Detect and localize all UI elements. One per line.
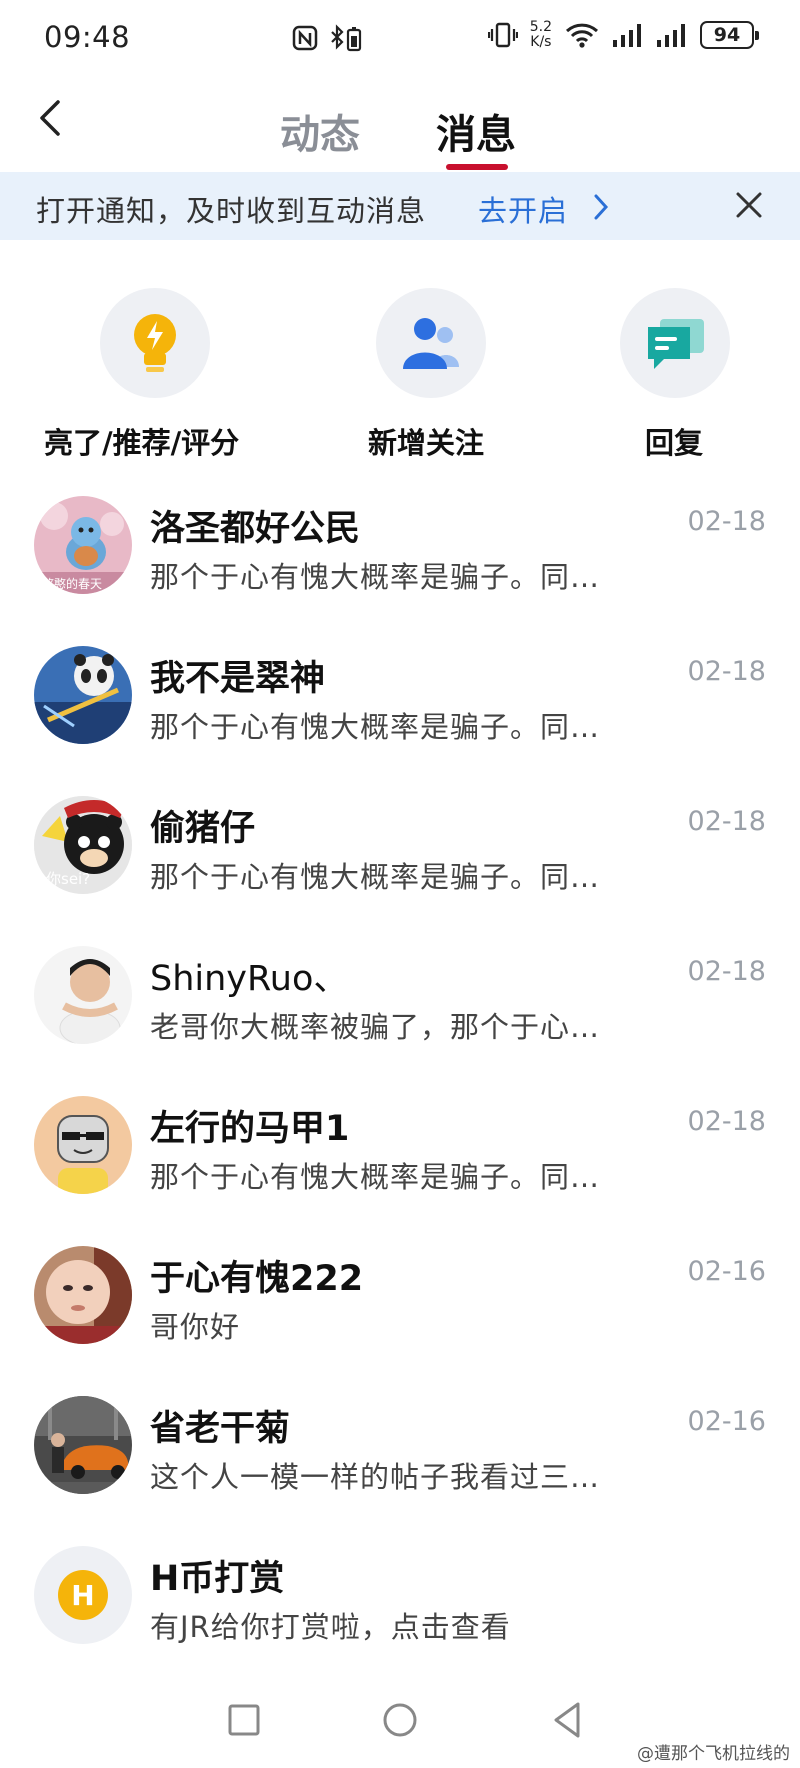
back-arrow-icon[interactable] (30, 96, 74, 140)
svg-text:你sei?: 你sei? (46, 870, 90, 888)
tab-dongtai[interactable]: 动态 (280, 102, 360, 160)
message-sender: 省老干菊 (150, 1409, 291, 1449)
status-mid-icons (292, 24, 364, 52)
avatar (34, 646, 132, 744)
message-date: 02-18 (687, 806, 766, 837)
status-right-icons: 5.2 K/s 94 (487, 19, 759, 50)
chevron-right-icon (594, 194, 609, 220)
notification-banner: 打开通知，及时收到互动消息 去开启 (0, 172, 800, 240)
message-preview: 哥你好 (150, 1310, 241, 1344)
reply-bubble-icon (648, 319, 704, 369)
message-preview: 有JR给你打赏啦，点击查看 (150, 1610, 511, 1644)
avatar: 憨憨的春天 (34, 496, 132, 594)
watermark: @遭那个飞机拉线的 (637, 1744, 790, 1764)
status-time: 09:48 (44, 20, 131, 54)
shortcut-new-followers-label: 新增关注 (368, 426, 485, 460)
avatar (34, 1246, 132, 1344)
message-sender: 我不是翠神 (150, 659, 326, 699)
message-sender: ShinyRuo、 (150, 959, 349, 999)
message-sender: 于心有愧222 (150, 1259, 364, 1299)
header: 动态 消息 (0, 80, 800, 172)
avatar (34, 1396, 132, 1494)
shortcut-replies-label: 回复 (645, 426, 704, 460)
recent-apps-icon[interactable] (214, 1690, 274, 1750)
message-date: 02-16 (687, 1256, 766, 1287)
message-preview: 那个于心有愧大概率是骗子。同… (150, 860, 601, 894)
message-sender: H币打赏 (150, 1559, 285, 1599)
message-item[interactable]: 左行的马甲1 那个于心有愧大概率是骗子。同… 02-18 (0, 1096, 800, 1246)
message-sender: 偷猪仔 (150, 809, 256, 849)
shortcut-liked-label: 亮了/推荐/评分 (44, 426, 240, 460)
message-item[interactable]: 我不是翠神 那个于心有愧大概率是骗子。同… 02-18 (0, 646, 800, 796)
message-item[interactable]: 省老干菊 这个人一模一样的帖子我看过三… 02-16 (0, 1396, 800, 1546)
message-item[interactable]: 憨憨的春天 洛圣都好公民 那个于心有愧大概率是骗子。同… 02-18 (0, 496, 800, 646)
bluetooth-battery-icon (331, 24, 362, 52)
message-sender: 洛圣都好公民 (150, 509, 361, 549)
status-bar: 09:48 5.2 K/s 94 (0, 0, 800, 80)
message-date: 02-18 (687, 656, 766, 687)
message-date: 02-18 (687, 1106, 766, 1137)
lightbulb-icon (134, 314, 176, 372)
avatar: 你sei? (34, 796, 132, 894)
banner-text: 打开通知，及时收到互动消息 (36, 194, 427, 228)
shortcut-replies[interactable] (620, 288, 730, 398)
message-preview: 这个人一模一样的帖子我看过三… (150, 1460, 601, 1494)
message-item[interactable]: 你sei? 偷猪仔 那个于心有愧大概率是骗子。同… 02-18 (0, 796, 800, 946)
wifi-icon (565, 23, 599, 48)
message-preview: 那个于心有愧大概率是骗子。同… (150, 560, 601, 594)
shortcut-liked[interactable] (100, 288, 210, 398)
home-icon[interactable] (370, 1690, 430, 1750)
message-item[interactable]: ShinyRuo、 老哥你大概率被骗了，那个于心… 02-18 (0, 946, 800, 1096)
shortcut-new-followers[interactable] (376, 288, 486, 398)
coin-h-icon: H (58, 1570, 108, 1620)
back-nav-icon[interactable] (538, 1690, 598, 1750)
svg-text:憨憨的春天: 憨憨的春天 (42, 576, 102, 591)
message-date: 02-18 (687, 506, 766, 537)
message-date: 02-18 (687, 956, 766, 987)
message-item[interactable]: 于心有愧222 哥你好 02-16 (0, 1246, 800, 1396)
vibrate-icon (487, 22, 518, 48)
message-preview: 老哥你大概率被骗了，那个于心… (150, 1010, 601, 1044)
close-banner-icon[interactable] (734, 190, 764, 220)
signal-icon-1 (613, 24, 641, 47)
message-date: 02-16 (687, 1406, 766, 1437)
new-follower-icon (403, 318, 459, 369)
avatar: H (34, 1546, 132, 1644)
signal-icon-2 (657, 24, 685, 47)
tab-xiaoxi[interactable]: 消息 (436, 102, 516, 160)
battery-indicator: 94 (700, 21, 759, 49)
avatar (34, 1096, 132, 1194)
enable-notifications-link[interactable]: 去开启 (478, 188, 568, 230)
active-tab-indicator (446, 164, 508, 170)
message-preview: 那个于心有愧大概率是骗子。同… (150, 1160, 601, 1194)
message-preview: 那个于心有愧大概率是骗子。同… (150, 710, 601, 744)
nfc-icon (292, 25, 318, 51)
avatar (34, 946, 132, 1044)
message-sender: 左行的马甲1 (150, 1109, 350, 1149)
network-speed: 5.2 K/s (529, 19, 552, 50)
message-item-coin-reward[interactable]: H H币打赏 有JR给你打赏啦，点击查看 (0, 1546, 800, 1696)
